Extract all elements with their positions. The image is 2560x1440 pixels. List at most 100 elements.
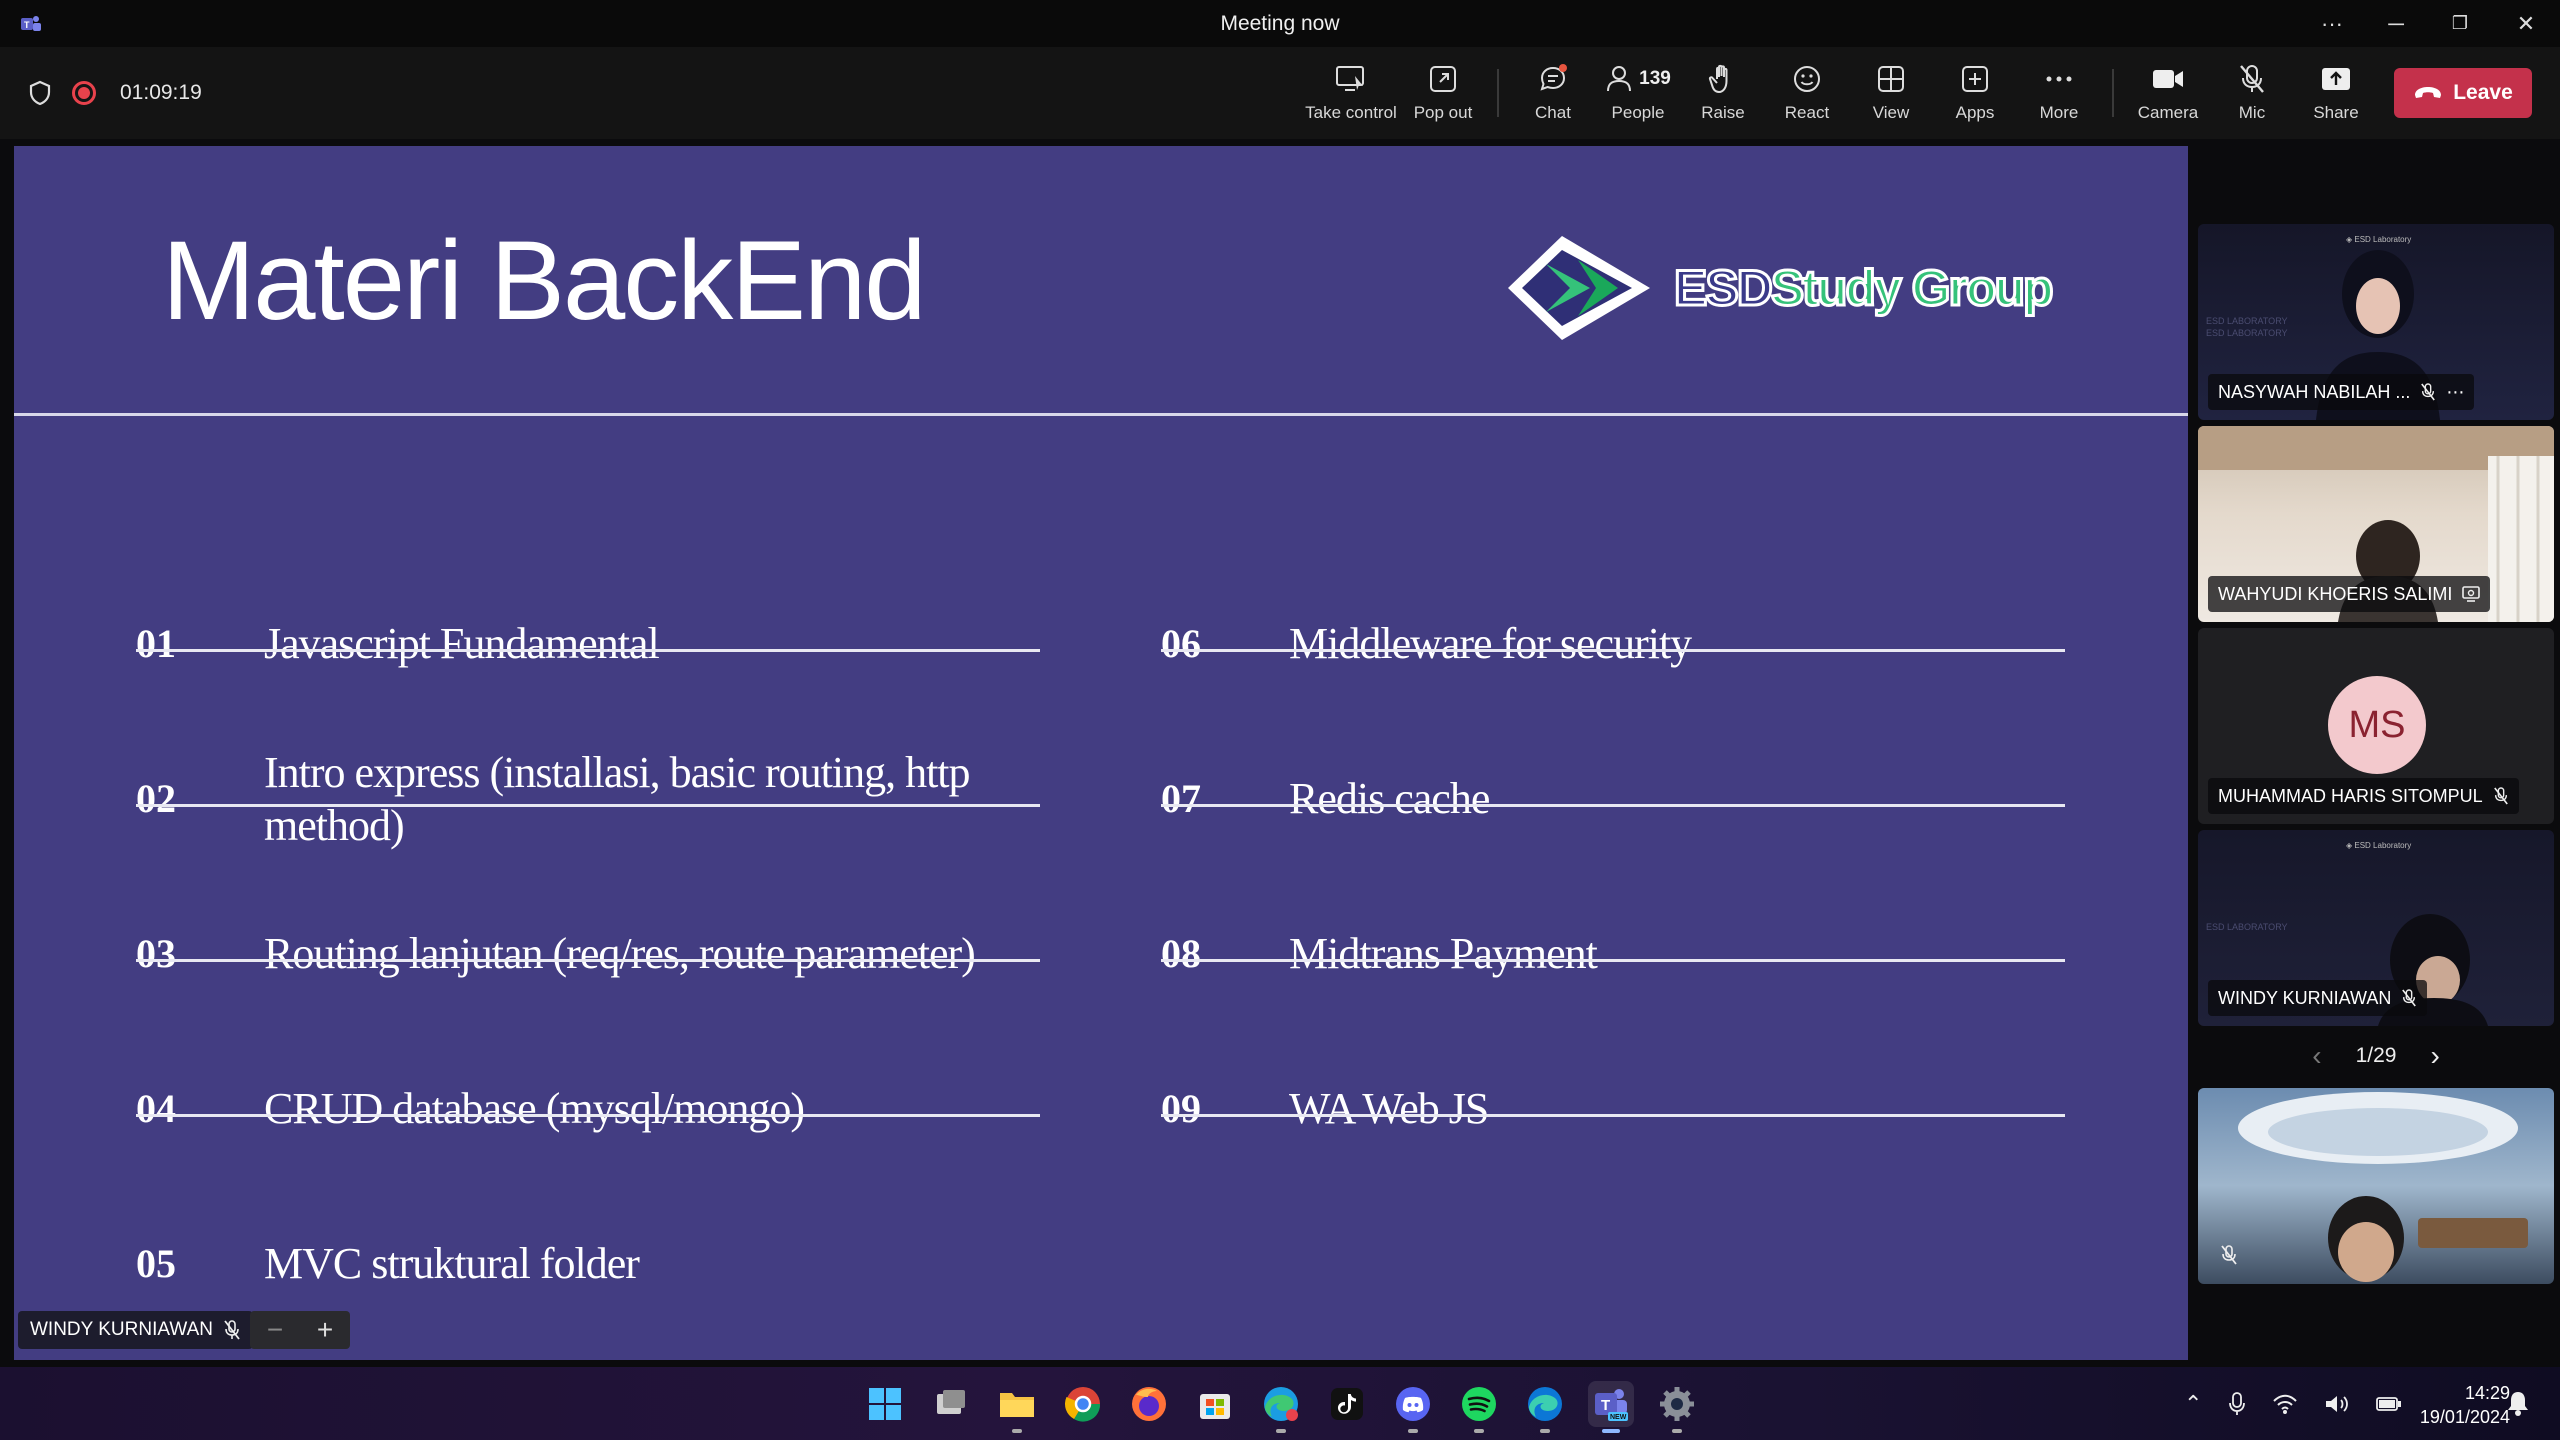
- people-icon: [1607, 66, 1632, 92]
- topic-text: Javascript Fundamental: [264, 619, 660, 668]
- discord-button[interactable]: [1390, 1381, 1436, 1433]
- apps-icon: [1962, 66, 1988, 92]
- windows-taskbar: T NEW ⌃ 14:29 19/01/2024: [0, 1367, 2560, 1440]
- view-button[interactable]: View: [1846, 59, 1936, 129]
- react-button[interactable]: React: [1762, 59, 1852, 129]
- minimize-button[interactable]: ─: [2364, 0, 2428, 47]
- mic-off-icon: [224, 1320, 240, 1340]
- edge-icon: [1528, 1387, 1562, 1421]
- spotify-button[interactable]: [1456, 1381, 1502, 1433]
- presenter-name: WINDY KURNIAWAN: [30, 1319, 213, 1340]
- close-button[interactable]: ✕: [2494, 0, 2558, 47]
- esd-study-group-logo: ESDStudy Group: [1500, 230, 2055, 346]
- mic-off-icon: [2221, 1245, 2237, 1265]
- wifi-icon[interactable]: [2272, 1393, 2298, 1415]
- page-indicator: 1/29: [2355, 1044, 2397, 1067]
- participant-tile[interactable]: ◈ ESD Laboratory ESD LABORATORY ESD LABO…: [2198, 224, 2554, 420]
- spotify-icon: [1462, 1387, 1496, 1421]
- zoom-in-button[interactable]: +: [317, 1314, 333, 1346]
- slide-header-divider: [14, 413, 2188, 416]
- topic-number: 02: [136, 776, 176, 821]
- self-mic-status: [2220, 1245, 2238, 1270]
- restore-button[interactable]: ❐: [2428, 0, 2492, 47]
- more-button[interactable]: More: [2014, 59, 2104, 129]
- self-view-tile[interactable]: [2198, 1088, 2554, 1284]
- topic-text: Intro express (installasi, basic routing…: [264, 747, 971, 850]
- meeting-toolbar: 01:09:19 Take control Pop out Chat 139 P…: [0, 47, 2560, 139]
- system-clock[interactable]: 14:29 19/01/2024: [2390, 1381, 2510, 1429]
- store-button[interactable]: [1192, 1381, 1238, 1427]
- chat-button[interactable]: Chat: [1508, 59, 1598, 129]
- topic-text: Redis cache: [1289, 774, 1490, 823]
- window-title: Meeting now: [1220, 12, 1340, 35]
- share-button[interactable]: Share: [2291, 59, 2381, 129]
- leave-button[interactable]: Leave: [2394, 68, 2532, 118]
- participant-tile[interactable]: MS MUHAMMAD HARIS SITOMPUL: [2198, 628, 2554, 824]
- presenter-name-tag: WINDY KURNIAWAN: [18, 1311, 253, 1349]
- participant-name: WAHYUDI KHOERIS SALIMI: [2218, 583, 2453, 604]
- participant-name: MUHAMMAD HARIS SITOMPUL: [2218, 785, 2483, 806]
- participant-tile[interactable]: ◈ ESD Laboratory ESD LABORATORY WINDY KU…: [2198, 830, 2554, 1026]
- teams-icon: TNEW: [1595, 1389, 1628, 1421]
- svg-text:ESD LABORATORY: ESD LABORATORY: [2206, 316, 2288, 326]
- topic-divider: [136, 1114, 1040, 1117]
- tiktok-button[interactable]: [1324, 1381, 1370, 1427]
- topic-item: 08 Midtrans Payment: [1161, 876, 2065, 1031]
- mic-off-icon: [2240, 65, 2264, 93]
- notification-bell-icon: [2508, 1392, 2528, 1416]
- logo-text-study-group: Study Group: [1769, 259, 2055, 318]
- raise-hand-button[interactable]: Raise: [1678, 59, 1768, 129]
- topic-divider: [136, 959, 1040, 962]
- firefox-button[interactable]: [1126, 1381, 1172, 1427]
- topic-item: 03 Routing lanjutan (req/res, route para…: [136, 876, 1040, 1031]
- mic-off-icon: [2421, 383, 2436, 401]
- camera-icon: [2153, 70, 2183, 88]
- topic-divider: [136, 649, 1040, 652]
- apps-button[interactable]: Apps: [1930, 59, 2020, 129]
- participant-tile[interactable]: WAHYUDI KHOERIS SALIMI: [2198, 426, 2554, 622]
- edge-beta-button[interactable]: [1258, 1381, 1304, 1433]
- svg-text:ESD LABORATORY: ESD LABORATORY: [2206, 922, 2288, 932]
- show-hidden-icons-icon[interactable]: ⌃: [2184, 1391, 2202, 1417]
- self-video: [2238, 1092, 2528, 1282]
- volume-icon[interactable]: [2324, 1393, 2350, 1415]
- svg-text:◈ ESD Laboratory: ◈ ESD Laboratory: [2346, 235, 2411, 244]
- topic-number: 04: [136, 1086, 176, 1131]
- camera-button[interactable]: Camera: [2123, 59, 2213, 129]
- file-explorer-button[interactable]: [994, 1381, 1040, 1433]
- task-view-button[interactable]: [928, 1381, 974, 1427]
- slide-title: Materi BackEnd: [162, 218, 927, 343]
- topic-item: 09 WA Web JS: [1161, 1031, 2065, 1186]
- svg-text:ESD LABORATORY: ESD LABORATORY: [2206, 328, 2288, 338]
- discord-icon: [1396, 1387, 1430, 1421]
- topic-divider: [1161, 1114, 2065, 1117]
- topic-divider: [136, 804, 1040, 807]
- take-control-button[interactable]: Take control: [1304, 59, 1398, 129]
- pop-out-button[interactable]: Pop out: [1398, 59, 1488, 129]
- edge-button[interactable]: [1522, 1381, 1568, 1433]
- shield-icon[interactable]: [28, 80, 52, 106]
- topic-text: Routing lanjutan (req/res, route paramet…: [264, 929, 976, 978]
- logo-text-esd: ESD: [1673, 259, 1775, 318]
- start-button[interactable]: [862, 1381, 908, 1427]
- zoom-out-button[interactable]: −: [267, 1314, 283, 1346]
- mic-button[interactable]: Mic: [2207, 59, 2297, 129]
- window-more-button[interactable]: ···: [2300, 0, 2364, 47]
- previous-page-button[interactable]: ‹: [2312, 1040, 2321, 1072]
- more-options-icon[interactable]: ⋯: [2446, 382, 2464, 403]
- chrome-button[interactable]: [1060, 1381, 1106, 1427]
- settings-button[interactable]: [1654, 1381, 1700, 1433]
- teams-button[interactable]: T NEW: [1588, 1381, 1634, 1433]
- participant-name: WINDY KURNIAWAN: [2218, 987, 2392, 1008]
- microphone-icon[interactable]: [2228, 1391, 2246, 1417]
- participant-count: 139: [1639, 68, 1671, 89]
- topic-item: 01 Javascript Fundamental: [136, 566, 1040, 721]
- notification-button[interactable]: [2506, 1389, 2530, 1422]
- chat-icon: [1540, 64, 1567, 91]
- next-page-button[interactable]: ›: [2430, 1040, 2439, 1072]
- react-icon: [1794, 66, 1820, 92]
- hang-up-icon: [2415, 87, 2442, 98]
- svg-text:NEW: NEW: [1610, 1414, 1627, 1421]
- people-button[interactable]: 139 People: [1593, 59, 1683, 129]
- topic-text: Middleware for security: [1289, 619, 1692, 668]
